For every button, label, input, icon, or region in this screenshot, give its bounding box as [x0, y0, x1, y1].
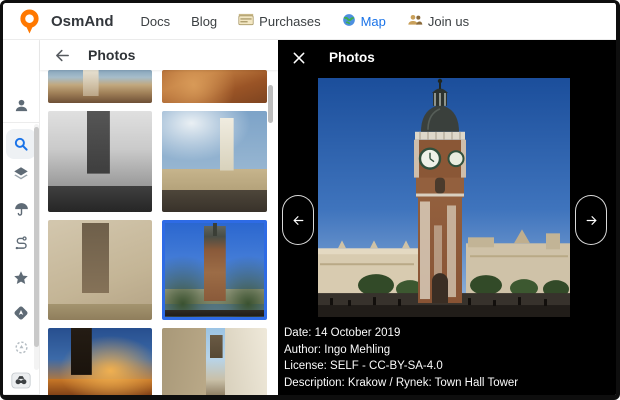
- photos-list-panel: Photos: [40, 40, 278, 395]
- previous-photo-button[interactable]: [282, 195, 314, 245]
- arrow-right-icon: [584, 214, 599, 227]
- photos-panel-title: Photos: [88, 47, 135, 63]
- weather-icon: [13, 201, 30, 218]
- main-photo: [318, 78, 570, 317]
- sidebar-divider: [3, 394, 39, 395]
- photo-license: License: SELF - CC-BY-SA-4.0: [284, 358, 518, 375]
- sidebar-item-menu[interactable]: [3, 396, 39, 400]
- viewer-header: Photos: [292, 50, 375, 65]
- photo-thumbnail[interactable]: [48, 70, 152, 103]
- photo-thumbnail[interactable]: [162, 111, 267, 212]
- brand-name[interactable]: OsmAnd: [51, 13, 114, 30]
- photo-thumbnail[interactable]: [162, 328, 267, 395]
- photo-author: Author: Ingo Mehling: [284, 342, 518, 359]
- route-icon: [13, 235, 30, 252]
- join-us-icon: [407, 13, 423, 30]
- top-navbar: OsmAnd Docs Blog Purchases: [3, 3, 616, 40]
- nav-link-docs[interactable]: Docs: [141, 14, 171, 29]
- search-icon: [12, 135, 30, 153]
- sidebar-divider: [3, 122, 39, 123]
- photo-thumbnail[interactable]: [48, 328, 152, 395]
- nav-link-map[interactable]: Map: [342, 13, 386, 30]
- layers-icon: [12, 165, 30, 183]
- sidebar-item-travel[interactable]: [3, 367, 39, 393]
- photo-grid-scrollbar-thumb[interactable]: [268, 85, 273, 123]
- sidebar-scrollbar[interactable]: [34, 124, 39, 370]
- photo-thumbnail[interactable]: [48, 111, 152, 212]
- travel-icon: [11, 372, 31, 389]
- sidebar-item-account[interactable]: [3, 92, 39, 118]
- arrow-left-icon: [291, 214, 306, 227]
- viewer-title: Photos: [329, 50, 375, 65]
- photo-thumbnail[interactable]: [48, 220, 152, 320]
- track-recorder-icon: [13, 339, 30, 356]
- photo-grid: [40, 40, 278, 395]
- back-button[interactable]: [54, 47, 71, 64]
- photo-metadata: Date: 14 October 2019 Author: Ingo Mehli…: [284, 325, 518, 391]
- osmand-logo-icon[interactable]: [18, 8, 41, 35]
- navigation-icon: [12, 304, 30, 322]
- nav-link-join-us[interactable]: Join us: [407, 13, 469, 30]
- next-photo-button[interactable]: [575, 195, 607, 245]
- nav-link-purchases[interactable]: Purchases: [238, 13, 320, 29]
- photo-thumbnail[interactable]: [162, 70, 267, 103]
- close-button[interactable]: [292, 51, 306, 65]
- photo-viewer-panel: Photos: [278, 40, 616, 395]
- close-icon: [292, 51, 306, 65]
- photos-panel-header: Photos: [40, 40, 278, 70]
- nav-link-blog[interactable]: Blog: [191, 14, 217, 29]
- photo-thumbnail[interactable]: [162, 220, 267, 320]
- photo-date: Date: 14 October 2019: [284, 325, 518, 342]
- purchases-icon: [238, 13, 254, 29]
- sidebar-scrollbar-thumb[interactable]: [34, 127, 39, 347]
- globe-icon: [342, 13, 356, 30]
- favorites-icon: [12, 269, 30, 287]
- osmand-app-window: OsmAnd Docs Blog Purchases: [0, 0, 620, 400]
- back-arrow-icon: [54, 47, 71, 64]
- photo-description: Description: Krakow / Rynek: Town Hall T…: [284, 375, 518, 392]
- account-icon: [13, 97, 30, 114]
- left-icon-sidebar: Menu: [3, 40, 40, 395]
